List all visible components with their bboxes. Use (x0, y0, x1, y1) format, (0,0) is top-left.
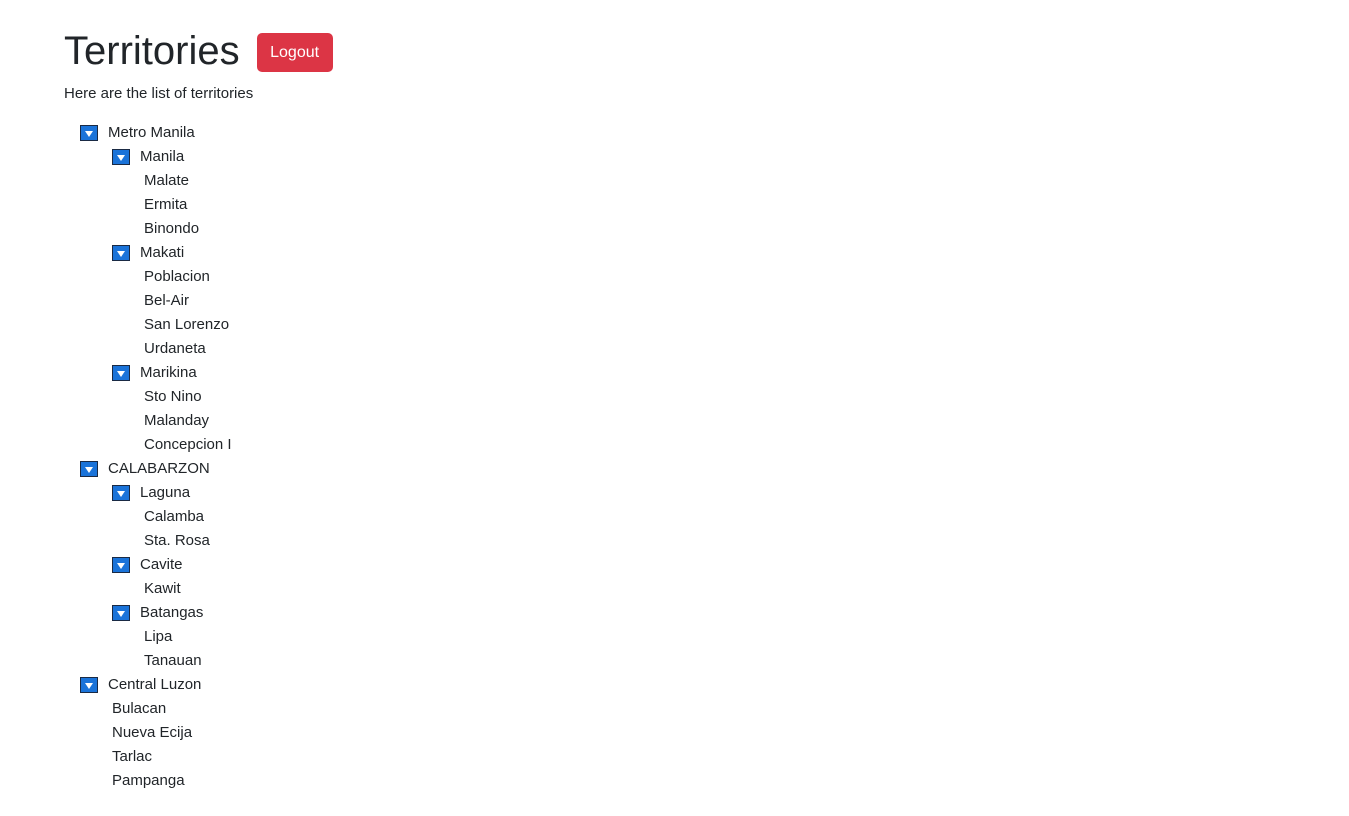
tree-node-label: Batangas (140, 604, 204, 621)
tree-leaf: Tarlac (112, 745, 152, 769)
tree-leaf: Lipa (144, 625, 172, 649)
caret-down-icon[interactable] (80, 125, 98, 141)
tree-city[interactable]: Cavite (112, 553, 183, 577)
tree-leaf: Bulacan (112, 697, 166, 721)
tree-node-label: Lipa (144, 628, 173, 645)
caret-down-icon[interactable] (80, 461, 98, 477)
tree-node-label: Pampanga (112, 772, 185, 789)
tree-leaf: Malanday (144, 409, 209, 433)
tree-city[interactable]: Batangas (112, 601, 203, 625)
caret-down-icon[interactable] (112, 149, 130, 165)
caret-down-icon[interactable] (112, 485, 130, 501)
tree-node-label: Ermita (144, 196, 188, 213)
tree-node-label: Calamba (144, 508, 205, 525)
tree-node-label: Sta. Rosa (144, 532, 210, 549)
tree-node-label: Tanauan (144, 652, 202, 669)
caret-down-icon[interactable] (80, 677, 98, 693)
tree-node-label: San Lorenzo (144, 316, 230, 333)
tree-region[interactable]: CALABARZON (80, 457, 210, 481)
tree-node-label: Bel-Air (144, 292, 190, 309)
triangle-down-glyph (117, 562, 125, 569)
tree-node-label: Binondo (144, 220, 200, 237)
tree-region[interactable]: Metro Manila (80, 121, 195, 145)
triangle-down-glyph (85, 682, 93, 689)
tree-leaf: Poblacion (144, 265, 210, 289)
tree-node-label: Poblacion (144, 268, 210, 285)
tree-leaf: Bel-Air (144, 289, 189, 313)
tree-node-label: Manila (140, 148, 185, 165)
tree-node-label: Malanday (144, 412, 210, 429)
tree-node-label: Sto Nino (144, 388, 202, 405)
tree-leaf: Urdaneta (144, 337, 206, 361)
tree-leaf: Nueva Ecija (112, 721, 192, 745)
caret-down-icon[interactable] (112, 245, 130, 261)
tree-node-label: Central Luzon (108, 676, 202, 693)
triangle-down-glyph (117, 370, 125, 377)
tree-node-label: CALABARZON (108, 460, 210, 477)
tree-node-label: Concepcion I (144, 436, 232, 453)
tree-node-label: Malate (144, 172, 190, 189)
triangle-down-glyph (85, 466, 93, 473)
tree-node-label: Tarlac (112, 748, 153, 765)
tree-leaf: Ermita (144, 193, 187, 217)
tree-leaf: Sta. Rosa (144, 529, 210, 553)
tree-city[interactable]: Laguna (112, 481, 190, 505)
tree-node-label: Laguna (140, 484, 191, 501)
tree-leaf: Calamba (144, 505, 204, 529)
tree-region[interactable]: Central Luzon (80, 673, 201, 697)
triangle-down-glyph (85, 130, 93, 137)
tree-leaf: San Lorenzo (144, 313, 229, 337)
tree-node-label: Cavite (140, 556, 183, 573)
tree-node-label: Urdaneta (144, 340, 206, 357)
triangle-down-glyph (117, 154, 125, 161)
tree-node-label: Makati (140, 244, 185, 261)
territory-tree: Metro Manila Manila Malate Ermita Binondo Mak… (0, 0, 400, 816)
tree-city[interactable]: Makati (112, 241, 184, 265)
tree-node-label: Metro Manila (108, 124, 195, 141)
caret-down-icon[interactable] (112, 605, 130, 621)
caret-down-icon[interactable] (112, 365, 130, 381)
tree-leaf: Binondo (144, 217, 199, 241)
tree-leaf: Malate (144, 169, 189, 193)
tree-node-label: Kawit (144, 580, 181, 597)
triangle-down-glyph (117, 250, 125, 257)
tree-city[interactable]: Manila (112, 145, 184, 169)
tree-leaf: Pampanga (112, 769, 185, 793)
tree-leaf: Tanauan (144, 649, 202, 673)
tree-leaf: Sto Nino (144, 385, 202, 409)
tree-leaf: Kawit (144, 577, 181, 601)
tree-city[interactable]: Marikina (112, 361, 197, 385)
page: Territories Logout Here are the list of … (0, 0, 1349, 816)
tree-node-label: Marikina (140, 364, 197, 381)
triangle-down-glyph (117, 490, 125, 497)
triangle-down-glyph (117, 610, 125, 617)
tree-node-label: Bulacan (112, 700, 167, 717)
tree-leaf: Concepcion I (144, 433, 232, 457)
tree-node-label: Nueva Ecija (112, 724, 193, 741)
caret-down-icon[interactable] (112, 557, 130, 573)
